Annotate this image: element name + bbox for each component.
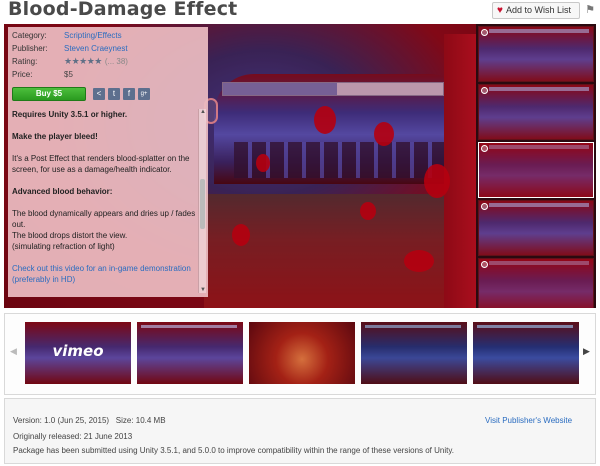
publisher-website-link[interactable]: Visit Publisher's Website xyxy=(485,416,572,425)
chevron-left-icon[interactable]: ◀ xyxy=(10,346,17,357)
publisher-row: Publisher: Steven Craeynest xyxy=(12,43,128,54)
publisher-label: Publisher: xyxy=(12,44,48,53)
facebook-icon[interactable]: f xyxy=(123,88,135,100)
screenshot-thumbnail[interactable] xyxy=(478,142,594,198)
product-info-panel: Category: Scripting/Effects Publisher: Ste… xyxy=(8,27,208,297)
media-thumbnail[interactable] xyxy=(249,322,355,384)
rating-label: Rating: xyxy=(12,57,38,66)
category-label: Category: xyxy=(12,31,47,40)
flag-icon[interactable]: ⚑ xyxy=(583,3,597,18)
price-label: Price: xyxy=(12,70,33,79)
desc-behavior-2: The blood drops distort the view. xyxy=(12,231,128,240)
page-header: Blood-Damage Effect ♥ Add to Wish List ⚑ xyxy=(0,0,600,24)
video-thumbnail[interactable]: vimeo xyxy=(25,322,131,384)
desc-summary: It's a Post Effect that renders blood-sp… xyxy=(12,154,190,174)
price-row: Price: $5 xyxy=(12,69,73,80)
blood-splatter xyxy=(360,202,376,220)
twitter-icon[interactable]: t xyxy=(108,88,120,100)
media-thumbnail[interactable] xyxy=(473,322,579,384)
screenshot-thumbnail[interactable] xyxy=(478,26,594,82)
rating-count: (... 38) xyxy=(104,57,128,66)
blood-splatter xyxy=(424,164,450,198)
rating-stars[interactable]: ★★★★★ xyxy=(64,56,102,66)
category-row: Category: Scripting/Effects xyxy=(12,30,122,41)
vimeo-logo: vimeo xyxy=(52,342,104,360)
media-thumbnail[interactable] xyxy=(361,322,467,384)
version-size-line: Version: 1.0 (Jun 25, 2015) Size: 10.4 M… xyxy=(13,416,166,425)
wishlist-label: Add to Wish List xyxy=(505,5,571,15)
description-scrollbar[interactable]: ▲ ▼ xyxy=(198,109,206,293)
media-carousel: ◀ vimeo ▶ xyxy=(4,313,596,395)
buy-button[interactable]: Buy $5 xyxy=(12,87,86,101)
screenshot-thumbnail[interactable] xyxy=(478,200,594,256)
scroll-up-icon[interactable]: ▲ xyxy=(200,109,206,115)
blood-splatter xyxy=(232,224,250,246)
heart-icon: ♥ xyxy=(497,5,503,16)
description-text: Requires Unity 3.5.1 or higher. Make the… xyxy=(12,109,198,291)
desc-tagline: Make the player bleed! xyxy=(12,132,98,141)
screenshot-strip xyxy=(476,24,596,308)
blood-splatter xyxy=(256,154,270,172)
media-thumbnail[interactable] xyxy=(137,322,243,384)
add-to-wishlist-button[interactable]: ♥ Add to Wish List xyxy=(492,2,580,19)
price-value: $5 xyxy=(64,70,73,79)
desc-requirements: Requires Unity 3.5.1 or higher. xyxy=(12,110,128,119)
chevron-right-icon[interactable]: ▶ xyxy=(583,346,590,357)
screenshot-thumbnail[interactable] xyxy=(478,84,594,140)
desc-advanced-heading: Advanced blood behavior: xyxy=(12,187,113,196)
scroll-down-icon[interactable]: ▼ xyxy=(200,287,206,293)
desc-behavior-3: (simulating refraction of light) xyxy=(12,242,115,251)
package-compat-line: Package has been submitted using Unity 3… xyxy=(13,446,454,455)
blood-splatter xyxy=(374,122,394,146)
publisher-link[interactable]: Steven Craeynest xyxy=(64,44,128,53)
package-details: Version: 1.0 (Jun 25, 2015) Size: 10.4 M… xyxy=(4,398,596,464)
share-icon[interactable]: < xyxy=(93,88,105,100)
page-title: Blood-Damage Effect xyxy=(8,0,238,20)
category-link[interactable]: Scripting/Effects xyxy=(64,31,122,40)
blood-splatter xyxy=(314,106,336,134)
blood-splatter xyxy=(404,250,434,272)
screenshot-thumbnail[interactable] xyxy=(478,258,594,308)
video-link[interactable]: Check out this video for an in-game demo… xyxy=(12,263,198,285)
rating-row: Rating: ★★★★★ (... 38) xyxy=(12,56,128,67)
release-date-line: Originally released: 21 June 2013 xyxy=(13,432,133,441)
desc-behavior-1: The blood dynamically appears and dries … xyxy=(12,209,196,229)
google-plus-icon[interactable]: g+ xyxy=(138,88,150,100)
scrollbar-thumb[interactable] xyxy=(200,179,205,229)
